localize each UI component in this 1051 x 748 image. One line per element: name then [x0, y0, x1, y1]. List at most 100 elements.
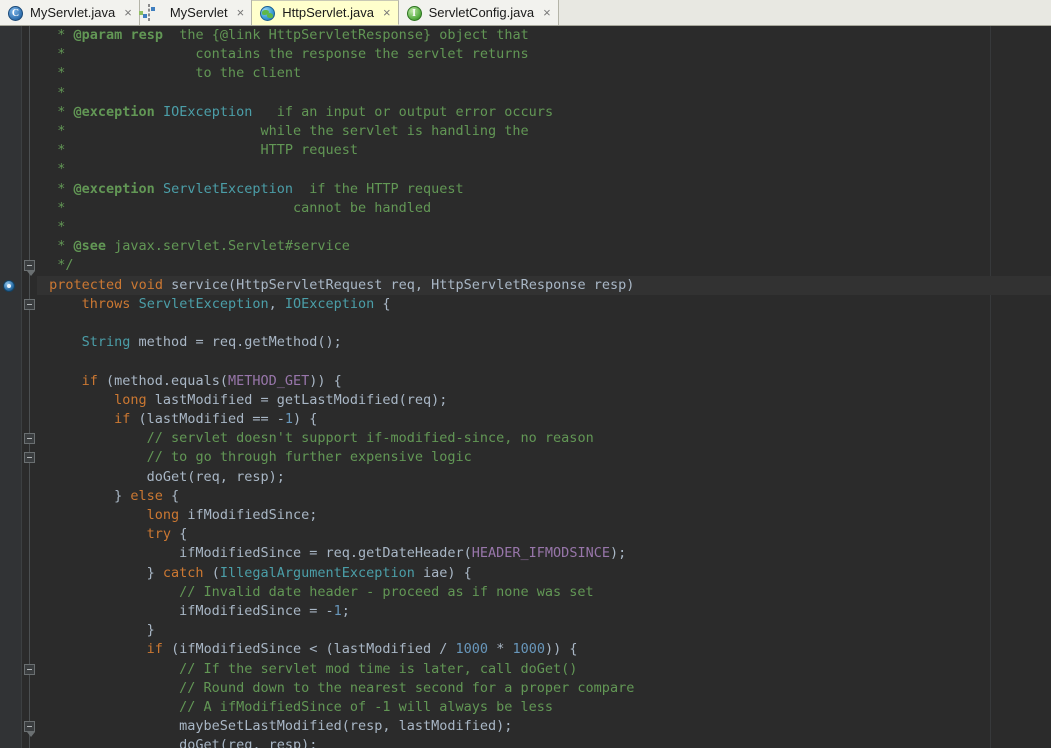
- code-line[interactable]: if (method.equals(METHOD_GET)) {: [37, 372, 1051, 391]
- code-line[interactable]: *: [37, 218, 1051, 237]
- editor-tab-servletconfig-java[interactable]: IServletConfig.java×: [399, 0, 559, 25]
- code-token: * cannot be handled: [41, 200, 431, 216]
- code-token: @see: [74, 238, 107, 254]
- code-line[interactable]: // to go through further expensive logic: [37, 448, 1051, 467]
- editor-tab-bar: CMyServlet.java×MyServlet×HttpServlet.ja…: [0, 0, 1051, 26]
- code-token: ifModifiedSince = req.getDateHeader(: [41, 545, 472, 561]
- code-token: (lastModified == -: [130, 411, 284, 427]
- code-line[interactable]: *: [37, 84, 1051, 103]
- code-token: * HTTP request: [41, 142, 358, 158]
- code-token: // If the servlet mod time is later, cal…: [179, 661, 577, 677]
- code-line[interactable]: }: [37, 621, 1051, 640]
- fold-collapse-icon[interactable]: [24, 664, 35, 675]
- code-token: resp: [130, 27, 163, 43]
- code-line[interactable]: } else {: [37, 487, 1051, 506]
- code-token: doGet(req, resp);: [41, 469, 285, 485]
- code-line[interactable]: * while the servlet is handling the: [37, 122, 1051, 141]
- code-line[interactable]: * @see javax.servlet.Servlet#service: [37, 237, 1051, 256]
- code-token: iae) {: [415, 565, 472, 581]
- code-editor[interactable]: * @param resp the {@link HttpServletResp…: [0, 26, 1051, 748]
- implements-method-icon[interactable]: [3, 280, 15, 292]
- code-token: [41, 277, 49, 293]
- close-icon[interactable]: ×: [383, 0, 391, 26]
- fold-collapse-icon[interactable]: [24, 299, 35, 310]
- code-line[interactable]: try {: [37, 525, 1051, 544]
- code-token: }: [41, 565, 163, 581]
- code-token: *: [41, 181, 74, 197]
- code-line[interactable]: * HTTP request: [37, 141, 1051, 160]
- code-token: void: [130, 277, 163, 293]
- code-token: [41, 296, 82, 312]
- fold-end-icon[interactable]: [24, 260, 35, 271]
- code-token: [41, 526, 147, 542]
- code-token: [41, 430, 147, 446]
- code-token: METHOD_GET: [228, 373, 309, 389]
- code-line[interactable]: // servlet doesn't support if-modified-s…: [37, 429, 1051, 448]
- code-token: if: [114, 411, 130, 427]
- code-token: service(HttpServletRequest req, HttpServ…: [163, 277, 634, 293]
- code-line[interactable]: [37, 314, 1051, 333]
- code-line[interactable]: doGet(req, resp);: [37, 736, 1051, 748]
- code-line[interactable]: * cannot be handled: [37, 199, 1051, 218]
- code-token: (method.equals(: [98, 373, 228, 389]
- code-line[interactable]: *: [37, 160, 1051, 179]
- fold-collapse-icon[interactable]: [24, 433, 35, 444]
- code-token: {: [374, 296, 390, 312]
- code-token: 1: [285, 411, 293, 427]
- code-token: IllegalArgumentException: [220, 565, 415, 581]
- code-token: }: [41, 488, 130, 504]
- code-line[interactable]: doGet(req, resp);: [37, 468, 1051, 487]
- code-line[interactable]: * @exception IOException if an input or …: [37, 103, 1051, 122]
- code-line[interactable]: maybeSetLastModified(resp, lastModified)…: [37, 717, 1051, 736]
- code-line[interactable]: } catch (IllegalArgumentException iae) {: [37, 564, 1051, 583]
- code-line[interactable]: * to the client: [37, 64, 1051, 83]
- code-line[interactable]: // A ifModifiedSince of -1 will always b…: [37, 698, 1051, 717]
- code-line[interactable]: // Round down to the nearest second for …: [37, 679, 1051, 698]
- code-line[interactable]: if (lastModified == -1) {: [37, 410, 1051, 429]
- editor-gutter[interactable]: [0, 26, 22, 748]
- code-token: *: [41, 161, 65, 177]
- code-token: ;: [342, 603, 350, 619]
- code-token: * to the client: [41, 65, 301, 81]
- close-icon[interactable]: ×: [237, 0, 245, 26]
- code-token: String: [82, 334, 131, 350]
- code-line[interactable]: * contains the response the servlet retu…: [37, 45, 1051, 64]
- code-token: [41, 392, 114, 408]
- code-line[interactable]: throws ServletException, IOException {: [37, 295, 1051, 314]
- code-token: {: [171, 526, 187, 542]
- code-line[interactable]: [37, 352, 1051, 371]
- fold-collapse-icon[interactable]: [24, 452, 35, 463]
- code-token: [41, 449, 147, 465]
- code-token: lastModified = getLastModified(req);: [147, 392, 448, 408]
- code-text-area[interactable]: * @param resp the {@link HttpServletResp…: [37, 26, 1051, 748]
- code-line[interactable]: protected void service(HttpServletReques…: [37, 276, 1051, 295]
- editor-tab-label: MyServlet: [170, 0, 228, 26]
- code-line[interactable]: ifModifiedSince = -1;: [37, 602, 1051, 621]
- code-token: if the HTTP request: [293, 181, 464, 197]
- code-token: *: [41, 219, 65, 235]
- editor-tab-myservlet-java[interactable]: CMyServlet.java×: [0, 0, 140, 25]
- code-token: IOException: [285, 296, 374, 312]
- code-token: [155, 181, 163, 197]
- code-line[interactable]: ifModifiedSince = req.getDateHeader(HEAD…: [37, 544, 1051, 563]
- code-line[interactable]: // Invalid date header - proceed as if n…: [37, 583, 1051, 602]
- close-icon[interactable]: ×: [543, 0, 551, 26]
- code-line[interactable]: * @param resp the {@link HttpServletResp…: [37, 26, 1051, 45]
- fold-end-icon[interactable]: [24, 721, 35, 732]
- code-token: @link: [220, 27, 261, 43]
- code-line[interactable]: // If the servlet mod time is later, cal…: [37, 660, 1051, 679]
- close-icon[interactable]: ×: [124, 0, 132, 26]
- code-line[interactable]: long lastModified = getLastModified(req)…: [37, 391, 1051, 410]
- code-line[interactable]: long ifModifiedSince;: [37, 506, 1051, 525]
- code-line[interactable]: if (ifModifiedSince < (lastModified / 10…: [37, 640, 1051, 659]
- code-token: (: [204, 565, 220, 581]
- code-line[interactable]: */: [37, 256, 1051, 275]
- code-token: *: [41, 104, 74, 120]
- editor-tab-httpservlet-java[interactable]: HttpServlet.java×: [252, 0, 398, 25]
- code-token: // to go through further expensive logic: [147, 449, 472, 465]
- editor-tab-myservlet[interactable]: MyServlet ×: [140, 0, 252, 25]
- code-token: catch: [163, 565, 204, 581]
- code-line[interactable]: String method = req.getMethod();: [37, 333, 1051, 352]
- code-folding-strip[interactable]: [22, 26, 37, 748]
- code-line[interactable]: * @exception ServletException if the HTT…: [37, 180, 1051, 199]
